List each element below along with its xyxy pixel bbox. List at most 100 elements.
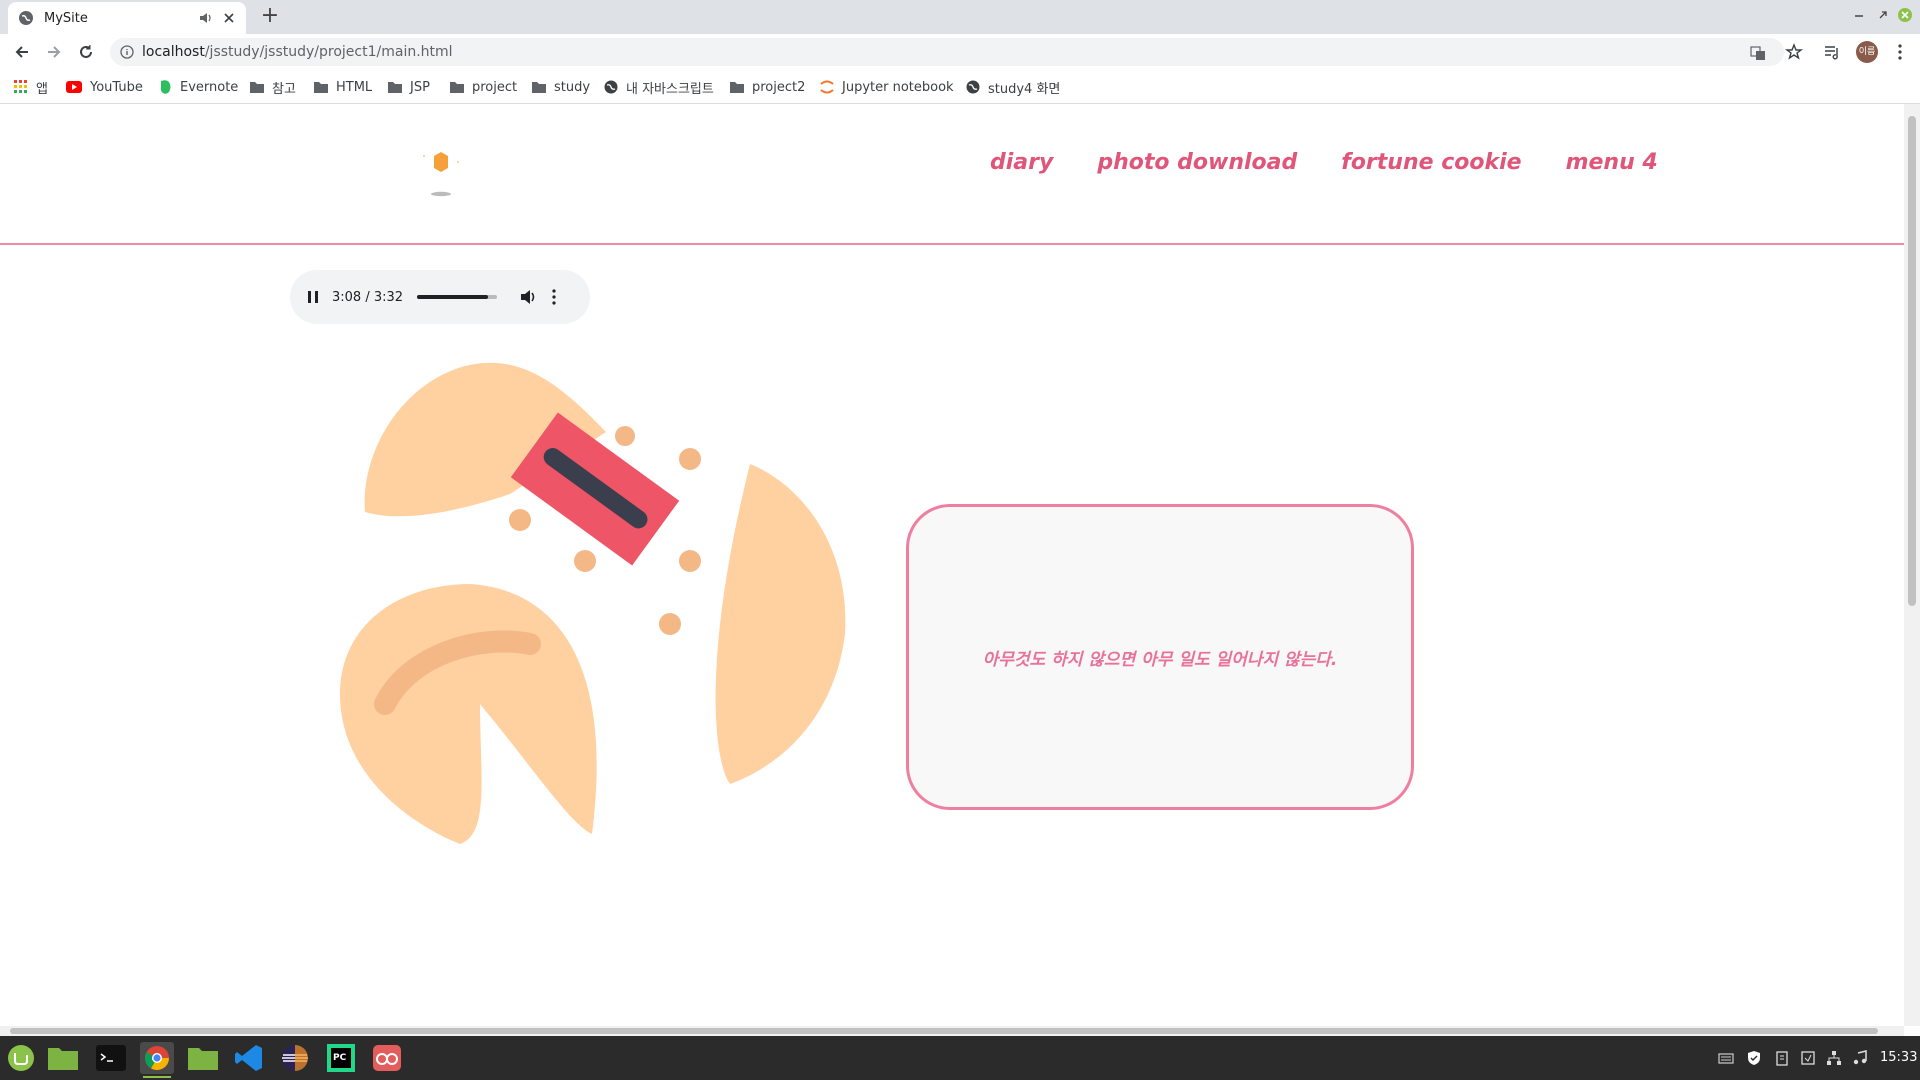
bookmark-study4[interactable]: study4 화면 xyxy=(966,78,1061,97)
nav-link-fortune-cookie[interactable]: fortune cookie xyxy=(1341,150,1521,175)
evernote-icon xyxy=(160,80,171,94)
bookmark-label: Evernote xyxy=(180,79,239,95)
fortune-cookie-illustration[interactable] xyxy=(330,344,860,874)
mint-menu-icon[interactable] xyxy=(4,1042,38,1074)
clipboard-icon[interactable] xyxy=(1774,1050,1790,1066)
kebab-menu-icon[interactable] xyxy=(1890,42,1910,62)
fortune-message-box: 아무것도 하지 않으면 아무 일도 일어나지 않는다. xyxy=(906,504,1414,810)
bookmarks-bar: 앱 YouTube Evernote 참고 HTML JSP project s… xyxy=(0,70,1920,104)
bookmark-label: Jupyter notebook xyxy=(842,79,954,95)
shield-icon[interactable] xyxy=(1746,1050,1762,1066)
jupyter-icon xyxy=(820,80,834,94)
bookmark-my-javascript[interactable]: 내 자바스크립트 xyxy=(604,78,714,97)
address-bar[interactable]: localhost/jsstudy/jsstudy/project1/main.… xyxy=(110,38,1784,66)
audio-more-icon[interactable] xyxy=(551,289,557,305)
close-window-icon[interactable] xyxy=(1896,6,1914,24)
globe-icon xyxy=(19,11,33,25)
globe-icon xyxy=(604,80,618,94)
nav-link-photo-download[interactable]: photo download xyxy=(1097,150,1297,175)
folder-icon xyxy=(450,82,464,93)
network-icon[interactable] xyxy=(1826,1050,1842,1066)
site-nav: diary photo download fortune cookie menu… xyxy=(990,150,1658,175)
page-viewport: diary photo download fortune cookie menu… xyxy=(0,104,1904,1026)
nav-link-diary[interactable]: diary xyxy=(990,150,1053,175)
chrome-taskbar-button[interactable] xyxy=(140,1042,174,1078)
clock[interactable]: 15:33 xyxy=(1880,1050,1917,1065)
pycharm-icon[interactable]: PC xyxy=(324,1042,358,1074)
url-host: localhost xyxy=(142,44,205,60)
volume-icon[interactable] xyxy=(519,288,537,306)
tab-mysite[interactable]: MySite xyxy=(8,2,246,34)
url-path: /jsstudy/jsstudy/project1/main.html xyxy=(204,44,453,60)
bookmark-folder-project[interactable]: project xyxy=(450,78,517,96)
bookmark-apps[interactable]: 앱 xyxy=(14,78,48,97)
browser-tab-strip: MySite + xyxy=(0,0,1920,34)
info-icon[interactable] xyxy=(120,45,134,59)
eclipse-icon[interactable] xyxy=(278,1042,312,1074)
bookmark-folder-study[interactable]: study xyxy=(532,78,590,96)
youtube-icon xyxy=(66,81,82,93)
audio-progress-fill xyxy=(417,295,489,299)
bookmark-folder-html[interactable]: HTML xyxy=(314,78,372,96)
active-indicator xyxy=(143,1076,171,1078)
bookmark-label: study xyxy=(554,79,591,95)
bookmark-folder-project2[interactable]: project2 xyxy=(730,78,805,96)
globe-icon xyxy=(966,80,980,94)
bookmark-star-icon[interactable] xyxy=(1784,42,1804,62)
bookmark-label: 앱 xyxy=(36,81,48,97)
audio-time: 3:08 / 3:32 xyxy=(332,289,404,305)
nav-link-menu-4[interactable]: menu 4 xyxy=(1566,150,1658,175)
bookmark-folder-jsp[interactable]: JSP xyxy=(388,78,430,96)
profile-avatar[interactable]: 이름 xyxy=(1856,41,1878,63)
update-icon[interactable] xyxy=(1800,1050,1816,1066)
minimize-icon[interactable] xyxy=(1850,6,1868,24)
url-text: localhost/jsstudy/jsstudy/project1/main.… xyxy=(142,44,453,60)
forward-arrow-icon[interactable] xyxy=(44,42,64,62)
horizontal-scrollbar[interactable] xyxy=(0,1026,1904,1036)
scrollbar-thumb[interactable] xyxy=(1908,116,1916,606)
folder-icon xyxy=(730,82,744,93)
media-control-icon[interactable] xyxy=(1822,42,1842,62)
scrollbar-thumb[interactable] xyxy=(10,1028,1878,1034)
svg-text:PC: PC xyxy=(333,1053,347,1063)
speaker-icon[interactable] xyxy=(198,10,214,26)
back-arrow-icon[interactable] xyxy=(12,42,32,62)
files-icon[interactable] xyxy=(46,1042,80,1074)
pause-icon[interactable] xyxy=(306,290,320,304)
folder-icon xyxy=(388,82,402,93)
bookmark-label: project xyxy=(472,79,518,95)
keyboard-icon[interactable] xyxy=(1718,1050,1734,1066)
taskbar: PC 15:33 xyxy=(0,1036,1920,1080)
music-note-icon[interactable] xyxy=(1852,1050,1868,1066)
bookmark-youtube[interactable]: YouTube xyxy=(66,78,143,96)
apps-grid-icon xyxy=(14,80,27,93)
bookmark-evernote[interactable]: Evernote xyxy=(158,78,238,96)
restore-icon[interactable] xyxy=(1874,6,1892,24)
logo-icon[interactable] xyxy=(416,144,466,204)
bookmark-folder-ref[interactable]: 참고 xyxy=(250,78,296,97)
folder-icon xyxy=(250,82,264,93)
vscode-icon[interactable] xyxy=(232,1042,266,1074)
bookmark-label: 참고 xyxy=(272,81,296,97)
vertical-scrollbar[interactable] xyxy=(1904,104,1920,1026)
bookmark-label: 내 자바스크립트 xyxy=(626,81,714,97)
new-tab-button[interactable]: + xyxy=(260,5,280,27)
close-icon[interactable] xyxy=(222,11,236,25)
bookmark-label: study4 화면 xyxy=(988,81,1061,97)
bookmark-label: YouTube xyxy=(90,79,143,95)
tab-title: MySite xyxy=(44,10,88,26)
site-header: diary photo download fortune cookie menu… xyxy=(0,104,1904,245)
bookmark-jupyter[interactable]: Jupyter notebook xyxy=(820,78,954,96)
translate-icon[interactable] xyxy=(1750,45,1766,61)
bookmark-label: project2 xyxy=(752,79,806,95)
reload-icon[interactable] xyxy=(76,42,96,62)
glasses-app-icon[interactable] xyxy=(370,1042,404,1074)
files-icon[interactable] xyxy=(186,1042,220,1074)
terminal-icon[interactable] xyxy=(94,1042,128,1074)
audio-progress-slider[interactable] xyxy=(417,295,498,299)
chrome-icon xyxy=(144,1046,169,1071)
folder-icon xyxy=(314,82,328,93)
folder-icon xyxy=(532,82,546,93)
fortune-message: 아무것도 하지 않으면 아무 일도 일어나지 않는다. xyxy=(982,649,1338,670)
bookmark-label: JSP xyxy=(410,79,430,95)
